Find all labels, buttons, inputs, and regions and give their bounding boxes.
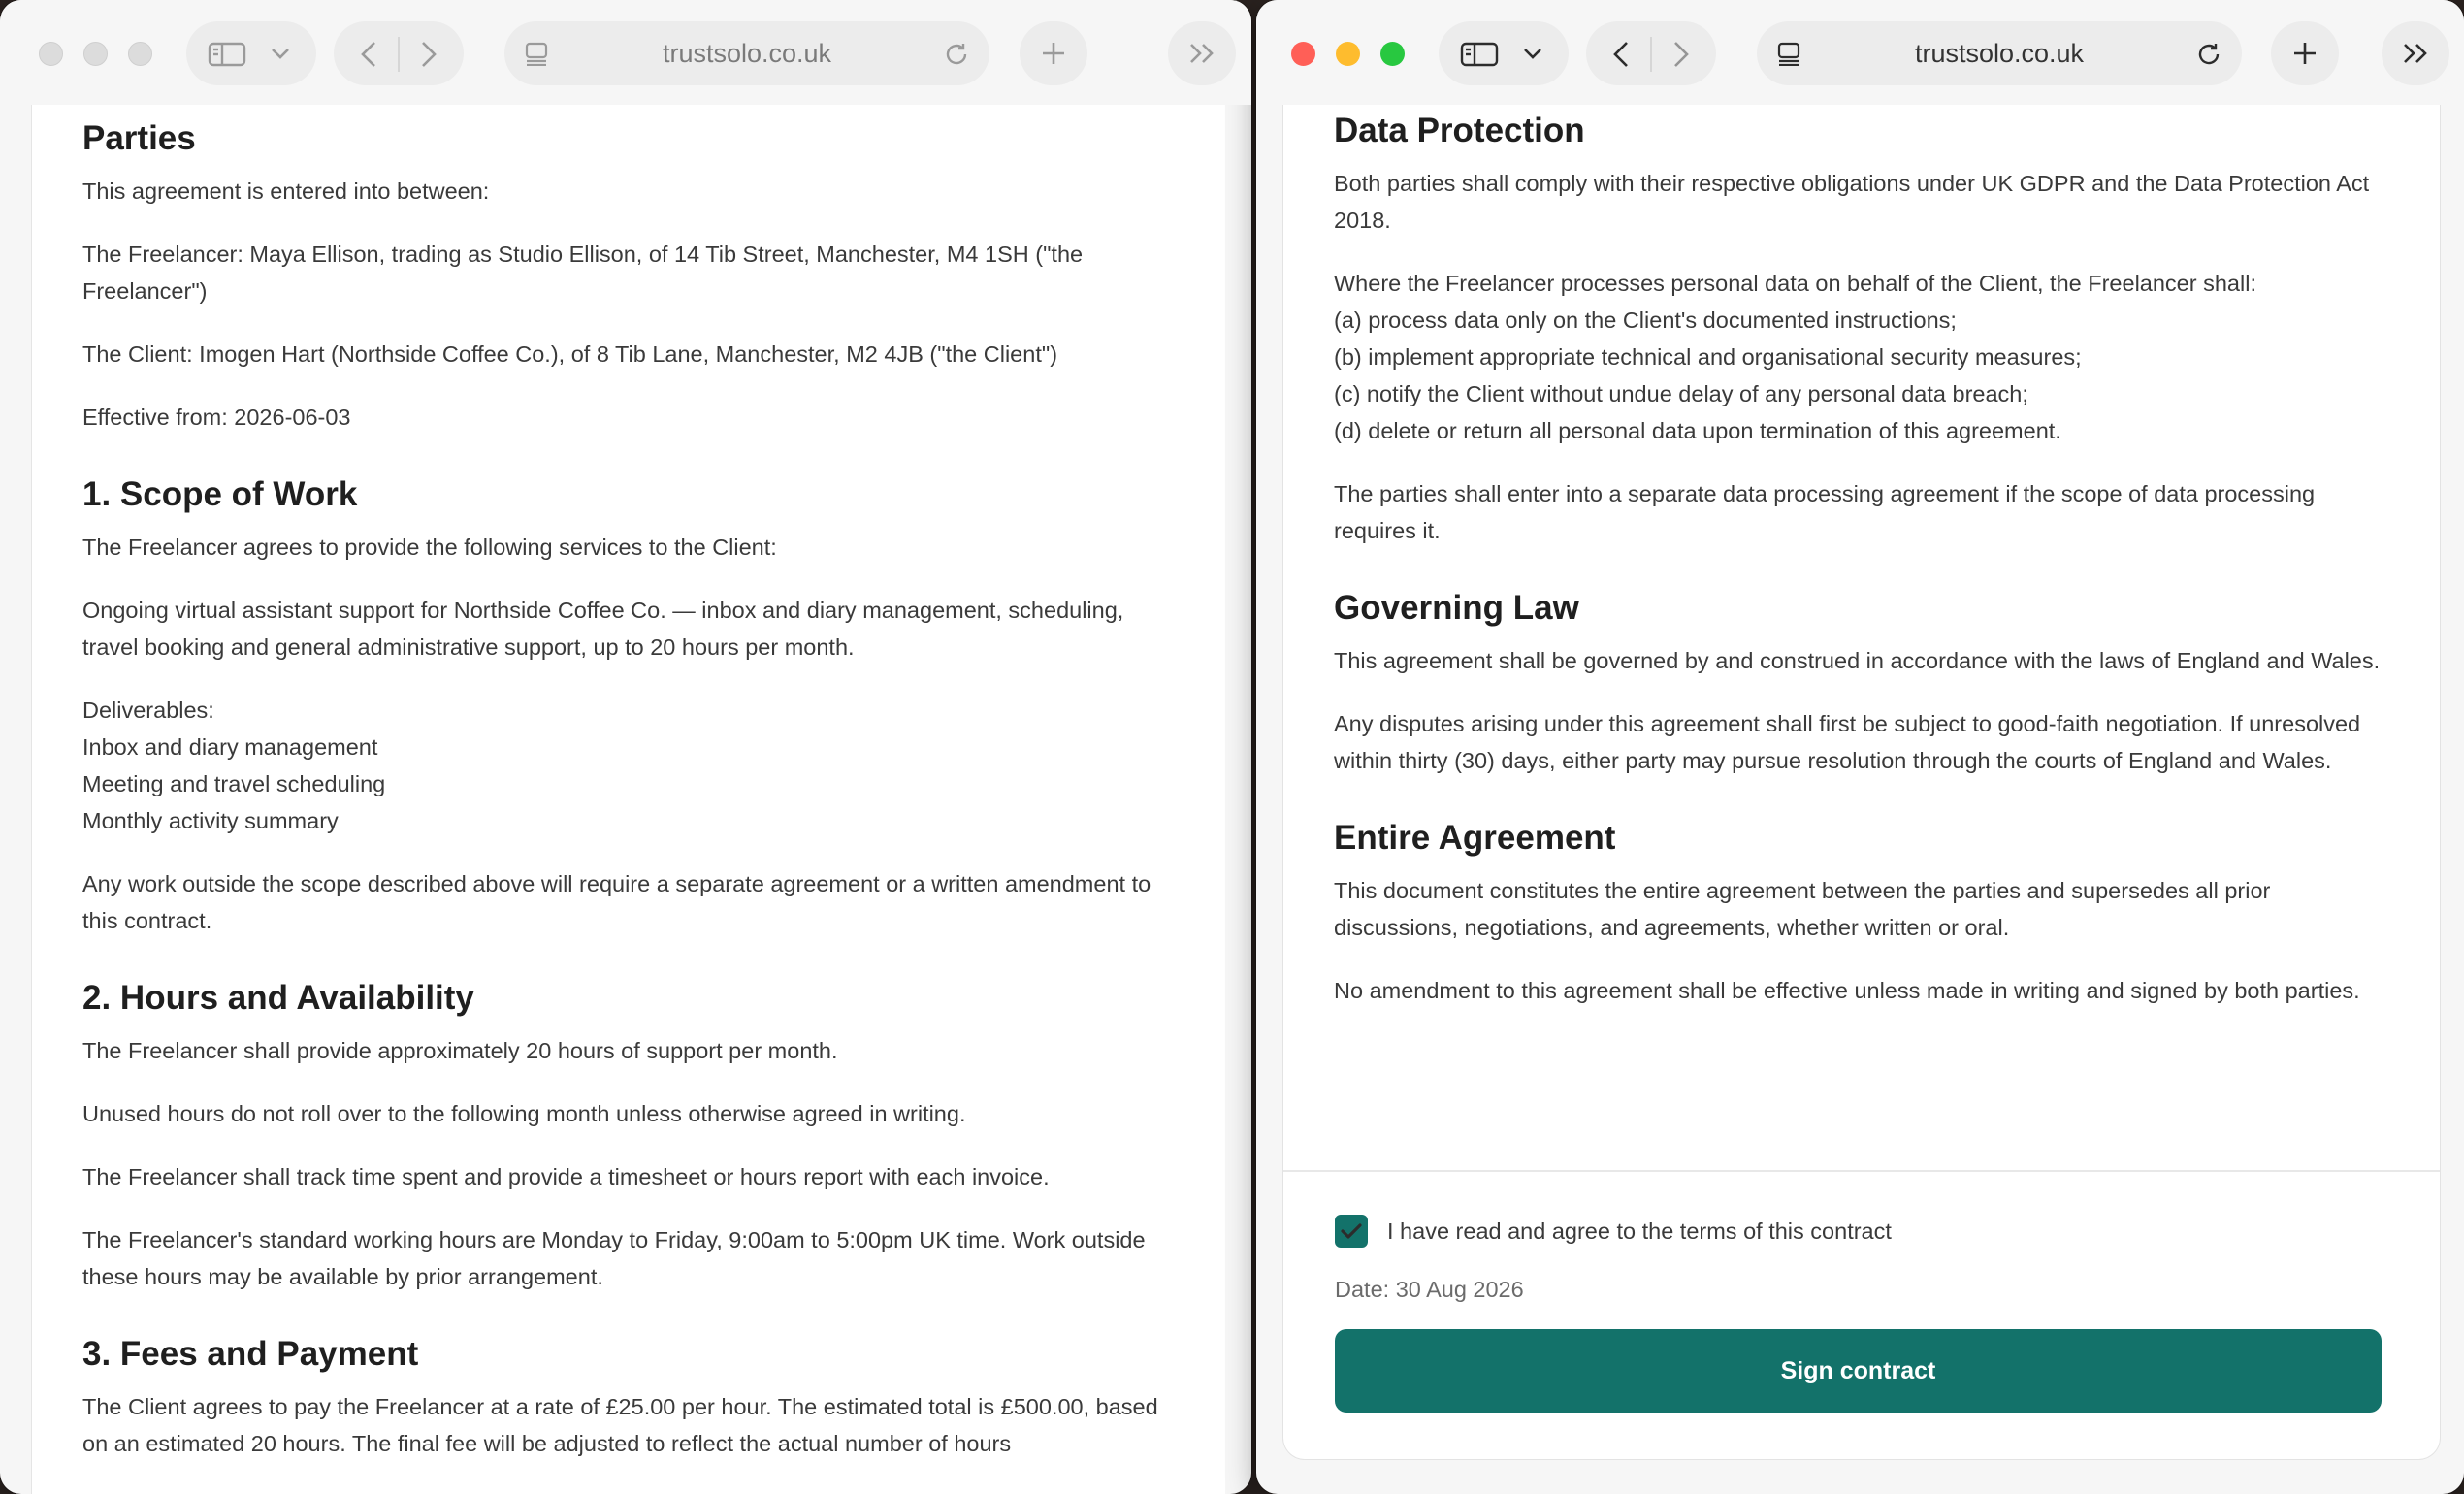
zoom-window-button[interactable] bbox=[128, 42, 152, 66]
paragraph: Any work outside the scope described abo… bbox=[82, 871, 1151, 933]
list-item: Inbox and diary management bbox=[82, 734, 378, 760]
sidebar-icon[interactable] bbox=[208, 42, 246, 67]
browser-window-left: trustsolo.co.uk Parties This agreement i… bbox=[0, 0, 1251, 1494]
forward-arrow-icon[interactable] bbox=[1671, 40, 1691, 69]
consent-checkbox[interactable] bbox=[1335, 1215, 1368, 1248]
paragraph: This document constitutes the entire agr… bbox=[1334, 878, 2271, 940]
minimize-window-button[interactable] bbox=[1336, 42, 1360, 66]
back-arrow-icon[interactable] bbox=[1611, 40, 1631, 69]
double-chevron-right-icon bbox=[1190, 44, 1214, 63]
hours-section: 2. Hours and Availability The Freelancer… bbox=[82, 978, 1167, 1295]
paragraph: The parties shall enter into a separate … bbox=[1334, 481, 2316, 543]
paragraph: Ongoing virtual assistant support for No… bbox=[82, 598, 1124, 660]
back-arrow-icon[interactable] bbox=[359, 40, 378, 69]
close-window-button[interactable] bbox=[39, 42, 63, 66]
chevron-down-icon[interactable] bbox=[1522, 47, 1543, 60]
paragraph: The Freelancer agrees to provide the fol… bbox=[82, 535, 777, 560]
minimize-window-button[interactable] bbox=[83, 42, 108, 66]
list-item: Meeting and travel scheduling bbox=[82, 771, 386, 796]
freelancer-details: The Freelancer: Maya Ellison, trading as… bbox=[82, 242, 1084, 304]
list-item: (c) notify the Client without undue dela… bbox=[1334, 381, 2028, 406]
section-heading: Entire Agreement bbox=[1334, 819, 1616, 857]
browser-toolbar: trustsolo.co.uk bbox=[1256, 0, 2464, 105]
section-heading: 2. Hours and Availability bbox=[82, 979, 474, 1017]
paragraph: Unused hours do not roll over to the fol… bbox=[82, 1101, 966, 1126]
forward-arrow-icon[interactable] bbox=[419, 40, 438, 69]
sidebar-toggle-group bbox=[1439, 21, 1569, 85]
plus-icon bbox=[2294, 43, 2316, 64]
close-window-button[interactable] bbox=[1291, 42, 1315, 66]
scope-section: 1. Scope of Work The Freelancer agrees t… bbox=[82, 474, 1167, 939]
checkmark-icon bbox=[1341, 1223, 1362, 1239]
paragraph: The Freelancer shall provide approximate… bbox=[82, 1038, 838, 1063]
navigation-group bbox=[334, 21, 464, 85]
contract-content: Parties This agreement is entered into b… bbox=[82, 118, 1167, 1494]
section-heading: Parties bbox=[82, 119, 196, 157]
list-item: (d) delete or return all personal data u… bbox=[1334, 418, 2061, 443]
tab-overview-button[interactable] bbox=[2382, 21, 2449, 85]
url-text: trustsolo.co.uk bbox=[1914, 39, 2085, 68]
nav-divider bbox=[1650, 37, 1652, 72]
reload-icon[interactable] bbox=[943, 41, 970, 68]
signature-panel: I have read and agree to the terms of th… bbox=[1283, 1170, 2440, 1413]
navigation-group bbox=[1586, 21, 1716, 85]
fees-section: 3. Fees and Payment The Client agrees to… bbox=[82, 1334, 1167, 1462]
signature-date: Date: 30 Aug 2026 bbox=[1335, 1277, 1524, 1302]
section-heading: Governing Law bbox=[1334, 589, 1579, 627]
section-heading: Data Protection bbox=[1334, 112, 1585, 149]
reload-icon[interactable] bbox=[2195, 41, 2222, 68]
paragraph: Both parties shall comply with their res… bbox=[1334, 171, 2370, 233]
paragraph: This agreement is entered into between: bbox=[82, 179, 490, 204]
address-bar[interactable]: trustsolo.co.uk bbox=[504, 21, 989, 85]
governing-law-section: Governing Law This agreement shall be go… bbox=[1334, 588, 2382, 779]
address-bar[interactable]: trustsolo.co.uk bbox=[1757, 21, 2242, 85]
clause-intro: Where the Freelancer processes personal … bbox=[1334, 271, 2256, 296]
list-item: (b) implement appropriate technical and … bbox=[1334, 344, 2082, 370]
consent-label[interactable]: I have read and agree to the terms of th… bbox=[1387, 1218, 1892, 1245]
contract-page-left: Parties This agreement is entered into b… bbox=[31, 95, 1225, 1494]
paragraph: No amendment to this agreement shall be … bbox=[1334, 978, 2360, 1003]
plus-icon bbox=[1043, 43, 1064, 64]
browser-toolbar: trustsolo.co.uk bbox=[0, 0, 1251, 105]
deliverables-list: Deliverables: Inbox and diary management… bbox=[82, 692, 1167, 839]
section-heading: 1. Scope of Work bbox=[82, 475, 358, 513]
list-item: (a) process data only on the Client's do… bbox=[1334, 308, 1957, 333]
paragraph: The Freelancer shall track time spent an… bbox=[82, 1164, 1050, 1189]
clause-list: Where the Freelancer processes personal … bbox=[1334, 265, 2382, 449]
client-details: The Client: Imogen Hart (Northside Coffe… bbox=[82, 341, 1058, 367]
contract-content: Data Protection Both parties shall compl… bbox=[1334, 111, 2382, 1048]
contract-page-right: Data Protection Both parties shall compl… bbox=[1283, 95, 2440, 1459]
effective-date: Effective from: 2026-06-03 bbox=[82, 405, 351, 430]
entire-agreement-section: Entire Agreement This document constitut… bbox=[1334, 818, 2382, 1009]
consent-row: I have read and agree to the terms of th… bbox=[1335, 1215, 1892, 1248]
parties-section: Parties This agreement is entered into b… bbox=[82, 118, 1167, 436]
sign-contract-button[interactable]: Sign contract bbox=[1335, 1329, 2382, 1413]
zoom-window-button[interactable] bbox=[1380, 42, 1405, 66]
sidebar-toggle-group bbox=[186, 21, 316, 85]
tab-overview-button[interactable] bbox=[1168, 21, 1236, 85]
sidebar-icon[interactable] bbox=[1460, 42, 1499, 67]
browser-window-right: trustsolo.co.uk Data Protection Both par… bbox=[1256, 0, 2464, 1494]
section-heading: 3. Fees and Payment bbox=[82, 1335, 419, 1373]
chevron-down-icon[interactable] bbox=[270, 47, 291, 60]
new-tab-button[interactable] bbox=[2271, 21, 2339, 85]
list-item: Monthly activity summary bbox=[82, 808, 339, 833]
paragraph: The Freelancer's standard working hours … bbox=[82, 1227, 1146, 1289]
url-text: trustsolo.co.uk bbox=[662, 39, 832, 68]
paragraph: Any disputes arising under this agreemen… bbox=[1334, 711, 2361, 773]
new-tab-button[interactable] bbox=[1020, 21, 1087, 85]
double-chevron-right-icon bbox=[2404, 44, 2427, 63]
paragraph: The Client agrees to pay the Freelancer … bbox=[82, 1394, 1158, 1456]
paragraph: This agreement shall be governed by and … bbox=[1334, 648, 2381, 673]
data-protection-section: Data Protection Both parties shall compl… bbox=[1334, 111, 2382, 549]
deliverables-label: Deliverables: bbox=[82, 698, 214, 723]
nav-divider bbox=[398, 37, 400, 72]
